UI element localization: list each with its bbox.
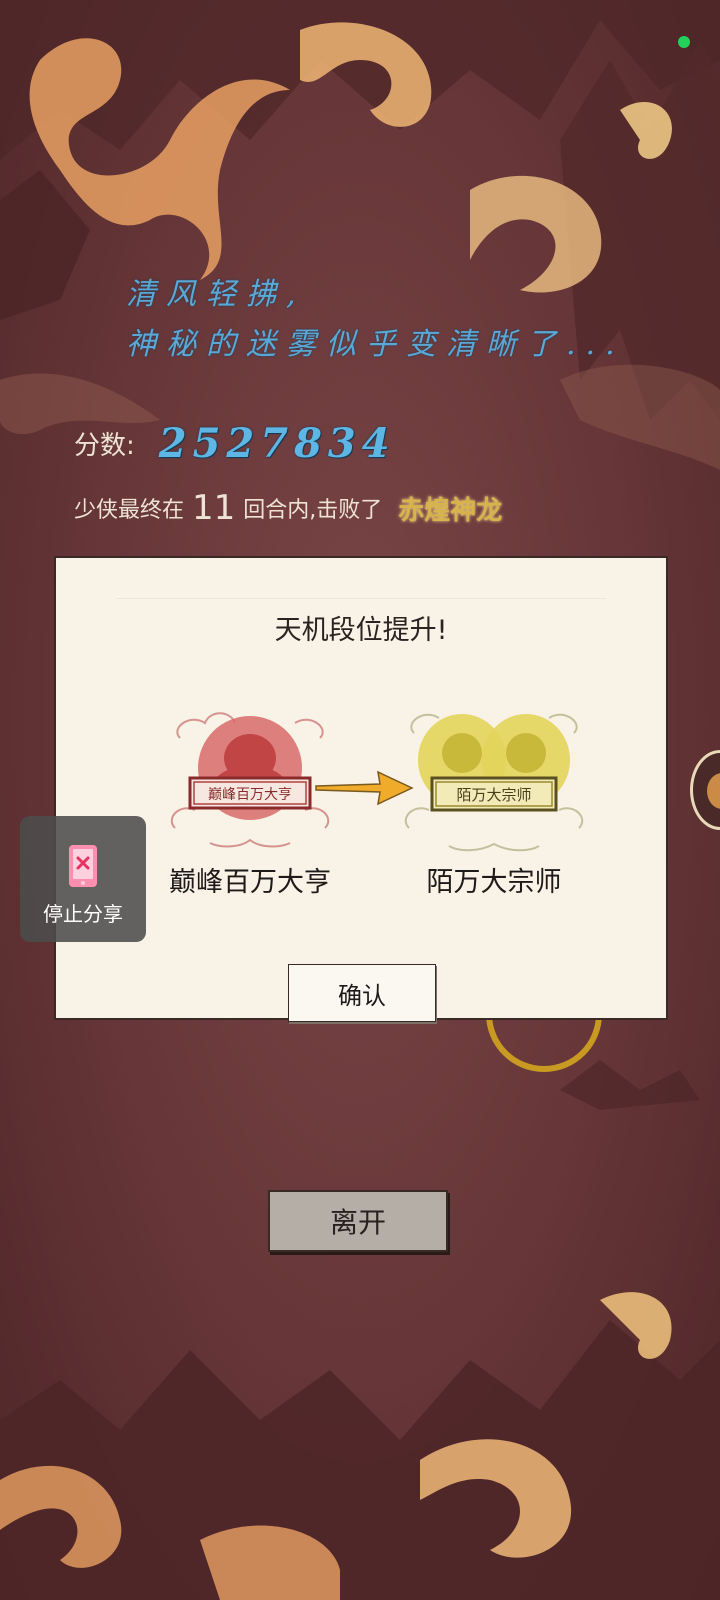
new-rank-plaque-text: 陌万大宗师 <box>456 786 531 804</box>
result-prefix: 少侠最终在 <box>74 498 185 523</box>
poem-line-1: 清风轻拂, <box>126 277 306 312</box>
dialog-divider <box>116 598 606 599</box>
stop-sharing-button[interactable]: 停止分享 <box>20 816 146 942</box>
dialog-title: 天机段位提升! <box>274 615 448 646</box>
score-value: 2527834 <box>158 419 396 467</box>
old-rank-name: 巅峰百万大亨 <box>169 867 331 898</box>
round-count: 11 <box>192 488 236 528</box>
boss-name: 赤煌神龙 <box>398 495 503 526</box>
recording-indicator-dot <box>678 36 690 48</box>
poem-line-2: 神秘的迷雾似乎变清晰了... <box>126 327 625 362</box>
phone-stop-icon <box>69 845 97 887</box>
new-rank: 陌万大宗师 陌万大宗师 <box>394 698 594 899</box>
stop-sharing-label: 停止分享 <box>43 902 123 926</box>
rank-up-dialog: 天机段位提升! 巅峰百万大亨 巅峰百万大亨 陌万大宗师 陌万大宗师 确认 <box>54 556 668 1022</box>
leave-button[interactable]: 离开 <box>268 1190 448 1252</box>
confirm-button[interactable]: 确认 <box>288 964 436 1022</box>
poem-text: 清风轻拂, 神秘的迷雾似乎变清晰了... <box>126 270 646 370</box>
score-label: 分数: <box>74 430 135 461</box>
battle-result-text: 少侠最终在 11 回合内,击败了 赤煌神龙 <box>74 486 502 530</box>
result-middle: 回合内,击败了 <box>243 498 383 523</box>
score-row: 分数: 2527834 <box>74 418 396 468</box>
old-rank-plaque-text: 巅峰百万大亨 <box>208 786 292 803</box>
new-rank-emblem-icon: 陌万大宗师 <box>404 713 584 852</box>
new-rank-name: 陌万大宗师 <box>426 867 562 898</box>
